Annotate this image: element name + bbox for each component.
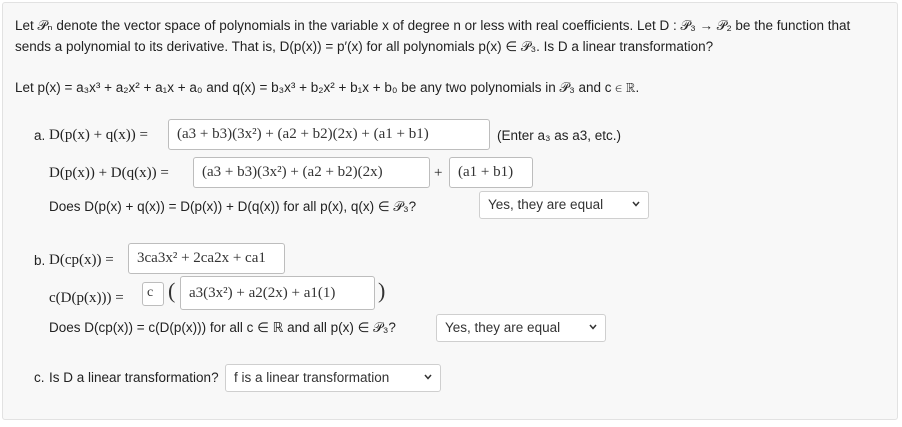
part-a-question: Does D(p(x) + q(x)) = D(p(x)) + D(q(x)) … [49, 199, 417, 214]
close-paren: ) [378, 278, 386, 303]
part-b-select-value: Yes, they are equal [445, 320, 561, 335]
answer-input-c[interactable]: c [142, 282, 164, 306]
part-c-question: Is D a linear transformation? [49, 370, 219, 385]
part-b-lhs1: D(cp(x)) = [49, 252, 114, 268]
answer-input-a3[interactable]: (a1 + b1) [449, 157, 533, 188]
part-a-select[interactable]: Yes, they are equal [479, 191, 649, 219]
chevron-down-icon [424, 374, 432, 380]
part-b-select[interactable]: Yes, they are equal [436, 314, 606, 342]
chevron-down-icon [589, 324, 597, 330]
open-paren: ( [168, 278, 176, 303]
answer-input-a1[interactable]: (a3 + b3)(3x²) + (a2 + b2)(2x) + (a1 + b… [168, 119, 490, 150]
intro-line-1: Let 𝒫ₙ denote the vector space of polyno… [15, 18, 851, 33]
part-a-select-value: Yes, they are equal [488, 197, 604, 212]
intro-line-3: Let p(x) = a₃x³ + a₂x² + a₁x + a₀ and q(… [15, 80, 640, 95]
part-c-select-value: f is a linear transformation [234, 370, 390, 385]
part-a-lhs1: D(p(x) + q(x)) = [49, 127, 148, 143]
part-b-question: Does D(cp(x)) = c(D(p(x))) for all c ∈ ℝ… [49, 320, 396, 335]
plus-sign: + [434, 165, 443, 181]
chevron-down-icon [632, 201, 640, 207]
part-c-label: c. [34, 370, 45, 385]
answer-input-b1[interactable]: 3ca3x² + 2ca2x + ca1 [128, 243, 285, 274]
answer-input-a2[interactable]: (a3 + b3)(3x²) + (a2 + b2)(2x) [193, 157, 430, 188]
part-c-select[interactable]: f is a linear transformation [225, 364, 441, 392]
question-card: Let 𝒫ₙ denote the vector space of polyno… [2, 2, 898, 420]
part-a-lhs2: D(p(x)) + D(q(x)) = [49, 165, 169, 181]
part-b-lhs2: c(D(p(x))) = [49, 290, 124, 306]
part-a-hint: (Enter a₃ as a3, etc.) [497, 128, 622, 143]
intro-line-2: sends a polynomial to its derivative. Th… [15, 39, 714, 54]
part-b-label: b. [34, 253, 46, 268]
answer-input-b2[interactable]: a3(3x²) + a2(2x) + a1(1) [180, 276, 375, 310]
part-a-label: a. [34, 128, 46, 143]
